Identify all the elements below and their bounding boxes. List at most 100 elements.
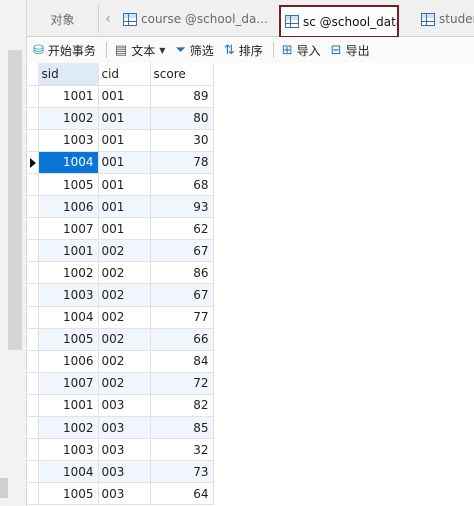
row-indicator[interactable] xyxy=(27,416,39,440)
cell-cid[interactable]: 002 xyxy=(98,350,151,373)
row-indicator[interactable] xyxy=(27,394,39,418)
table-row[interactable]: 1007 001 62 xyxy=(27,217,214,241)
cell-sid[interactable]: 1004 xyxy=(38,151,99,174)
table-row[interactable]: 1003 003 32 xyxy=(27,438,214,462)
cell-cid[interactable]: 003 xyxy=(98,482,151,506)
table-row[interactable]: 1005 002 66 xyxy=(27,328,214,351)
cell-score[interactable]: 72 xyxy=(150,372,214,395)
table-row[interactable]: 1003 001 30 xyxy=(27,129,214,152)
cell-cid[interactable]: 001 xyxy=(98,195,151,219)
row-indicator[interactable] xyxy=(27,173,39,197)
cell-score[interactable]: 89 xyxy=(150,85,214,108)
cell-cid[interactable]: 003 xyxy=(98,438,151,462)
table-row[interactable]: 1003 002 67 xyxy=(27,283,214,307)
cell-sid[interactable]: 1003 xyxy=(38,129,99,152)
cell-score[interactable]: 67 xyxy=(150,239,214,263)
row-indicator[interactable] xyxy=(27,239,39,263)
cell-score[interactable]: 73 xyxy=(150,460,214,484)
table-row[interactable]: 1002 001 80 xyxy=(27,107,214,130)
table-row[interactable]: 1001 001 89 xyxy=(27,85,214,108)
table-row[interactable]: 1004 001 78 xyxy=(27,151,214,174)
row-indicator[interactable] xyxy=(27,372,39,395)
tab-student[interactable]: studen xyxy=(417,5,474,33)
cell-cid[interactable]: 002 xyxy=(98,372,151,395)
cell-sid[interactable]: 1004 xyxy=(38,460,99,484)
cell-score[interactable]: 78 xyxy=(150,151,214,174)
row-indicator[interactable] xyxy=(27,107,39,130)
table-row[interactable]: 1001 002 67 xyxy=(27,239,214,263)
column-header-cid[interactable]: cid xyxy=(98,63,151,86)
cell-score[interactable]: 32 xyxy=(150,438,214,462)
cell-sid[interactable]: 1001 xyxy=(38,239,99,263)
row-indicator[interactable] xyxy=(27,195,39,219)
cell-sid[interactable]: 1002 xyxy=(38,107,99,130)
cell-score[interactable]: 82 xyxy=(150,394,214,418)
cell-score[interactable]: 68 xyxy=(150,173,214,197)
cell-sid[interactable]: 1001 xyxy=(38,85,99,108)
export-button[interactable]: ⊟ 导出 xyxy=(331,42,370,59)
table-row[interactable]: 1005 003 64 xyxy=(27,482,214,506)
cell-score[interactable]: 80 xyxy=(150,107,214,130)
left-scrollbar[interactable] xyxy=(8,50,22,350)
cell-score[interactable]: 86 xyxy=(150,261,214,285)
left-scroll-thumb[interactable] xyxy=(0,478,8,498)
row-indicator[interactable] xyxy=(27,350,39,373)
tab-course[interactable]: course @school_da... xyxy=(119,5,294,33)
row-indicator[interactable] xyxy=(27,328,39,351)
import-button[interactable]: ⊞ 导入 xyxy=(282,42,321,59)
row-indicator[interactable] xyxy=(27,438,39,462)
cell-cid[interactable]: 001 xyxy=(98,217,151,241)
cell-cid[interactable]: 003 xyxy=(98,394,151,418)
begin-transaction-button[interactable]: ⛁ 开始事务 xyxy=(33,42,96,59)
cell-sid[interactable]: 1002 xyxy=(38,261,99,285)
tab-scroll-left-button[interactable]: ‹ xyxy=(99,5,117,33)
cell-score[interactable]: 30 xyxy=(150,129,214,152)
table-row[interactable]: 1007 002 72 xyxy=(27,372,214,395)
cell-cid[interactable]: 002 xyxy=(98,261,151,285)
table-row[interactable]: 1002 002 86 xyxy=(27,261,214,285)
cell-score[interactable]: 64 xyxy=(150,482,214,506)
table-row[interactable]: 1004 003 73 xyxy=(27,460,214,484)
row-indicator[interactable] xyxy=(27,261,39,285)
cell-sid[interactable]: 1007 xyxy=(38,217,99,241)
cell-sid[interactable]: 1005 xyxy=(38,328,99,351)
row-indicator[interactable] xyxy=(27,129,39,152)
cell-cid[interactable]: 003 xyxy=(98,460,151,484)
cell-sid[interactable]: 1003 xyxy=(38,438,99,462)
cell-cid[interactable]: 002 xyxy=(98,283,151,307)
cell-cid[interactable]: 001 xyxy=(98,107,151,130)
cell-sid[interactable]: 1004 xyxy=(38,306,99,329)
table-row[interactable]: 1005 001 68 xyxy=(27,173,214,197)
cell-sid[interactable]: 1003 xyxy=(38,283,99,307)
cell-score[interactable]: 84 xyxy=(150,350,214,373)
cell-score[interactable]: 66 xyxy=(150,328,214,351)
cell-cid[interactable]: 001 xyxy=(98,151,151,174)
row-indicator[interactable] xyxy=(27,283,39,307)
column-header-sid[interactable]: sid xyxy=(38,63,99,86)
cell-sid[interactable]: 1002 xyxy=(38,416,99,440)
row-indicator[interactable] xyxy=(27,85,39,108)
table-row[interactable]: 1006 001 93 xyxy=(27,195,214,219)
tab-sc-active[interactable]: sc @school_data (... xyxy=(279,5,399,38)
cell-score[interactable]: 93 xyxy=(150,195,214,219)
table-row[interactable]: 1002 003 85 xyxy=(27,416,214,440)
cell-sid[interactable]: 1006 xyxy=(38,195,99,219)
cell-cid[interactable]: 001 xyxy=(98,173,151,197)
table-row[interactable]: 1006 002 84 xyxy=(27,350,214,373)
cell-cid[interactable]: 001 xyxy=(98,129,151,152)
cell-score[interactable]: 62 xyxy=(150,217,214,241)
row-indicator[interactable] xyxy=(27,460,39,484)
filter-button[interactable]: ⏷ 筛选 xyxy=(175,42,213,59)
cell-sid[interactable]: 1005 xyxy=(38,173,99,197)
cell-cid[interactable]: 001 xyxy=(98,85,151,108)
table-row[interactable]: 1001 003 82 xyxy=(27,394,214,418)
cell-score[interactable]: 77 xyxy=(150,306,214,329)
cell-cid[interactable]: 002 xyxy=(98,239,151,263)
row-indicator[interactable] xyxy=(27,306,39,329)
sort-button[interactable]: ⇅ 排序 xyxy=(224,42,263,59)
cell-score[interactable]: 67 xyxy=(150,283,214,307)
cell-sid[interactable]: 1005 xyxy=(38,482,99,506)
cell-sid[interactable]: 1001 xyxy=(38,394,99,418)
cell-cid[interactable]: 002 xyxy=(98,306,151,329)
row-indicator[interactable] xyxy=(27,217,39,241)
